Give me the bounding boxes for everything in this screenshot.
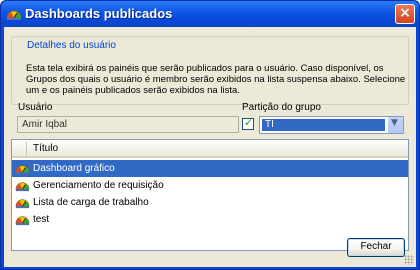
resize-grip[interactable] xyxy=(404,255,414,265)
list-item[interactable]: Gerenciamento de requisição xyxy=(12,177,408,194)
column-header-titulo[interactable]: Título xyxy=(33,143,58,154)
dashboard-icon xyxy=(15,178,30,193)
checkmark-icon: ✓ xyxy=(244,116,254,129)
dashboard-icon xyxy=(15,161,30,176)
title-bar[interactable]: Dashboards publicados × xyxy=(1,1,419,27)
usuario-label: Usuário xyxy=(18,102,53,113)
close-button[interactable]: × xyxy=(395,4,415,24)
list-item[interactable]: Lista de carga de trabalho xyxy=(12,194,408,211)
dashboard-app-icon xyxy=(6,10,22,20)
user-details-description: Esta tela exibirá os painéis que serão p… xyxy=(26,63,406,96)
list-item-label: test xyxy=(33,214,50,225)
list-item-label: Lista de carga de trabalho xyxy=(33,197,149,208)
list-item[interactable]: test xyxy=(12,211,408,228)
chevron-down-icon: ▼ xyxy=(391,118,398,128)
usuario-field: Amir Iqbal xyxy=(17,116,239,133)
user-details-legend: Detalhes do usuário xyxy=(25,40,118,51)
close-icon: × xyxy=(399,5,411,21)
list-item-label: Dashboard gráfico xyxy=(33,163,115,174)
fechar-button[interactable]: Fechar xyxy=(347,238,405,257)
dialog-client-area: Detalhes do usuário Esta tela exibirá os… xyxy=(4,27,416,267)
list-item[interactable]: Dashboard gráfico xyxy=(12,160,408,177)
user-details-group: Detalhes do usuário Esta tela exibirá os… xyxy=(11,36,409,105)
particao-checkbox[interactable]: ✓ xyxy=(242,116,254,130)
list-item-label: Gerenciamento de requisição xyxy=(33,180,164,191)
dialog-window: Dashboards publicados × Detalhes do usuá… xyxy=(0,0,420,270)
window-title: Dashboards publicados xyxy=(25,6,173,21)
dropdown-arrow-button[interactable]: ▼ xyxy=(387,117,403,133)
column-separator[interactable] xyxy=(26,142,27,155)
particao-label: Partição do grupo xyxy=(242,102,321,113)
particao-dropdown[interactable]: TI ▼ xyxy=(259,116,404,134)
list-header[interactable]: Título xyxy=(12,140,408,158)
dashboard-icon xyxy=(15,195,30,210)
dashboards-list[interactable]: Título Dashboard gráfico Gerenciamento de… xyxy=(11,139,409,251)
dashboard-icon xyxy=(15,212,30,227)
particao-selected-value: TI xyxy=(262,119,385,131)
